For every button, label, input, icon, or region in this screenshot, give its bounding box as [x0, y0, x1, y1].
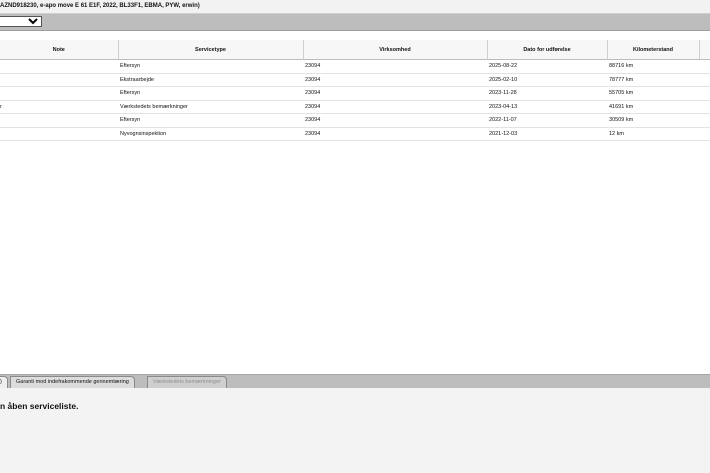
cell-empty [699, 73, 710, 87]
bottom-panel: n åben serviceliste. [0, 388, 710, 473]
column-header-extra [699, 40, 710, 60]
cell-note [0, 127, 118, 141]
cell-servicetype: Eftersyn [118, 59, 303, 74]
tab-garanti-gennemtaering[interactable]: Garanti mod indefrakommende gennemtæring [10, 376, 135, 388]
cell-empty [699, 59, 710, 74]
cell-empty [699, 127, 710, 141]
tab-vaerkstedets-bemaerkninger: Værkstedets bemærkninger [147, 376, 227, 388]
table-row[interactable]: Nyvognsinspektion 23094 2021-12-03 12 km [0, 127, 710, 141]
cell-virksomhed: 23094 [303, 113, 487, 128]
cell-virksomhed: 23094 [303, 127, 487, 141]
cell-km: 30509 km [607, 113, 699, 128]
cell-note [0, 73, 118, 87]
toolbar [0, 14, 710, 31]
cell-virksomhed: 23094 [303, 100, 487, 114]
column-header-dato[interactable]: Dato for udførelse [487, 40, 608, 60]
cell-note [0, 59, 118, 74]
table-row[interactable]: Ekstraarbejde 23094 2025-02-10 78777 km [0, 73, 710, 87]
cell-empty [699, 100, 710, 114]
tab-bar: ) Garanti mod indefrakommende gennemtæri… [0, 374, 710, 388]
column-header-kilometerstand[interactable]: Kilometerstand [607, 40, 700, 60]
status-message: n åben serviceliste. [0, 401, 79, 411]
service-table: Note Servicetype Virksomhed Dato for udf… [0, 40, 710, 141]
cell-dato: 2022-11-07 [487, 113, 607, 128]
cell-virksomhed: 23094 [303, 86, 487, 101]
cell-note [0, 86, 118, 101]
table-header-row: Note Servicetype Virksomhed Dato for udf… [0, 40, 710, 60]
tab-first[interactable]: ) [0, 376, 8, 388]
cell-km: 78777 km [607, 73, 699, 87]
cell-servicetype: Værkstedets bemærkninger [118, 100, 303, 114]
column-header-note[interactable]: Note [0, 40, 119, 60]
cell-note: r [0, 100, 118, 114]
cell-servicetype: Eftersyn [118, 113, 303, 128]
view-select[interactable] [0, 16, 42, 27]
cell-empty [699, 86, 710, 101]
cell-km: 41691 km [607, 100, 699, 114]
cell-empty [699, 113, 710, 128]
cell-virksomhed: 23094 [303, 73, 487, 87]
column-header-servicetype[interactable]: Servicetype [118, 40, 304, 60]
service-table-container: Note Servicetype Virksomhed Dato for udf… [0, 40, 710, 374]
window-title-bar: AZND918230, e-apo move E 61 E1F, 2022, B… [0, 0, 710, 14]
table-row[interactable]: Eftersyn 23094 2025-08-22 88716 km [0, 59, 710, 74]
cell-dato: 2025-08-22 [487, 59, 607, 74]
cell-servicetype: Nyvognsinspektion [118, 127, 303, 141]
cell-km: 55705 km [607, 86, 699, 101]
cell-note [0, 113, 118, 128]
column-header-virksomhed[interactable]: Virksomhed [303, 40, 488, 60]
table-row[interactable]: Eftersyn 23094 2022-11-07 30509 km [0, 113, 710, 128]
spacer [0, 31, 710, 40]
cell-virksomhed: 23094 [303, 59, 487, 74]
cell-servicetype: Ekstraarbejde [118, 73, 303, 87]
cell-dato: 2025-02-10 [487, 73, 607, 87]
cell-km: 88716 km [607, 59, 699, 74]
cell-dato: 2023-11-28 [487, 86, 607, 101]
table-row[interactable]: r Værkstedets bemærkninger 23094 2023-04… [0, 100, 710, 114]
cell-km: 12 km [607, 127, 699, 141]
cell-dato: 2021-12-03 [487, 127, 607, 141]
cell-dato: 2023-04-13 [487, 100, 607, 114]
table-row[interactable]: Eftersyn 23094 2023-11-28 55705 km [0, 86, 710, 101]
window-title: AZND918230, e-apo move E 61 E1F, 2022, B… [0, 3, 200, 9]
cell-servicetype: Eftersyn [118, 86, 303, 101]
